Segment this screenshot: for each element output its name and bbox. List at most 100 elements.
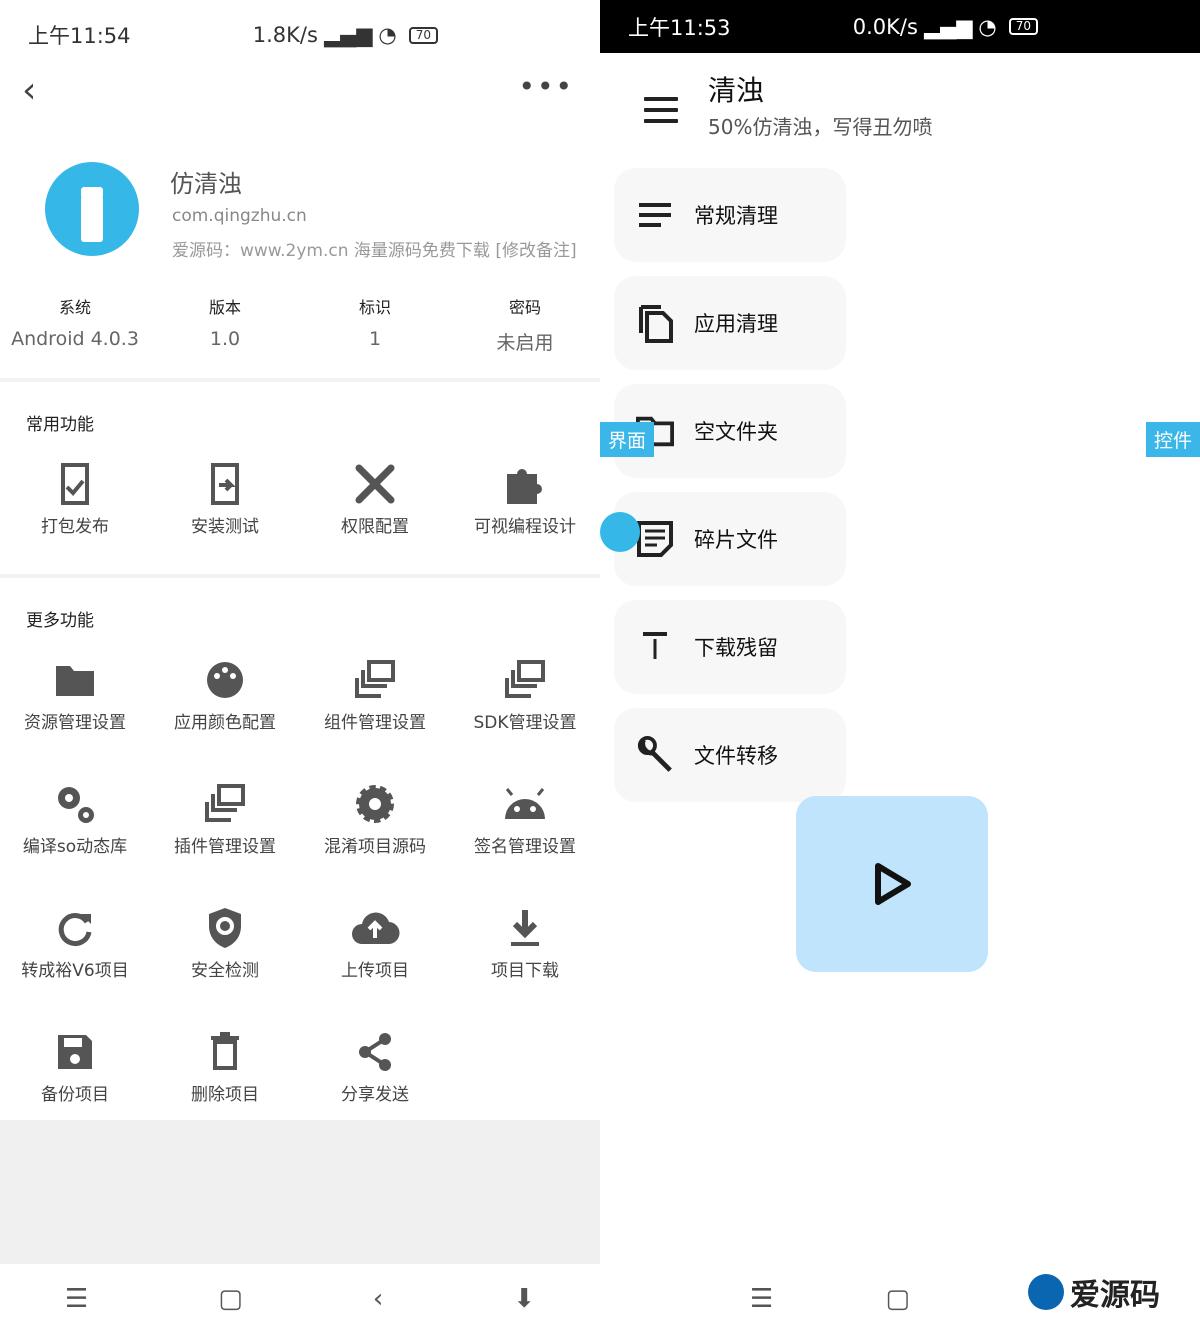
grid-item-label: 转成裕V6项目 — [21, 961, 129, 981]
battery-icon: 70 — [1008, 18, 1038, 35]
play-button[interactable] — [796, 796, 988, 972]
status-right: 0.0K/s ▂▄▆ ◔ 70 — [853, 15, 1038, 39]
grid-item-signature[interactable]: 签名管理设置 — [450, 770, 600, 894]
stat-password: 密码 未启用 — [450, 294, 600, 378]
page-title: 清浊 — [708, 74, 765, 107]
stat-key: 标识 — [358, 298, 391, 317]
more-section-title: 更多功能 — [26, 611, 94, 631]
tile-app-clean[interactable]: 应用清理 — [614, 276, 846, 370]
shield-icon — [150, 902, 300, 954]
grid-item-download[interactable]: 项目下载 — [450, 894, 600, 1018]
app-note[interactable]: 爱源码：www.2ym.cn 海量源码免费下载 [修改备注] — [172, 236, 577, 261]
android-icon — [450, 778, 600, 830]
stat-value: 1.0 — [209, 328, 241, 350]
grid-item-plugins[interactable]: 插件管理设置 — [150, 770, 300, 894]
back-icon[interactable]: ‹ — [22, 70, 36, 111]
play-icon — [875, 863, 911, 905]
wifi-icon: ◔ — [978, 14, 997, 39]
home-icon[interactable]: ▢ — [218, 1284, 243, 1314]
watermark-text: 爱源码 — [1070, 1278, 1160, 1313]
grid-item-install[interactable]: 安装测试 — [150, 450, 300, 574]
stat-key: 密码 — [508, 298, 541, 317]
tile-download-residue[interactable]: 下载残留 — [614, 600, 846, 694]
tile-label: 下载残留 — [694, 636, 778, 660]
watermark: 爱源码 — [1028, 1270, 1160, 1314]
grid-item-permission[interactable]: 权限配置 — [300, 450, 450, 574]
tile-file-transfer[interactable]: 文件转移 — [614, 708, 846, 802]
signal-icon: ▂▄▆ — [923, 14, 973, 39]
grid-item-label: 安全检测 — [191, 961, 259, 981]
hamburger-icon[interactable] — [644, 97, 678, 130]
download-line-icon — [636, 628, 674, 666]
puzzle-icon — [450, 458, 600, 510]
back-nav-icon[interactable]: ‹ — [373, 1284, 383, 1314]
empty-area — [0, 1120, 600, 1264]
grid-item-security[interactable]: 安全检测 — [150, 894, 300, 1018]
grid-item-label: 打包发布 — [41, 517, 109, 537]
grid-item-label: 应用颜色配置 — [174, 713, 276, 733]
gears-icon — [0, 778, 150, 830]
status-bar: 上午11:54 1.8K/s ▂▄▆ ◔ 70 — [0, 0, 600, 70]
grid-item-label: 安装测试 — [191, 517, 259, 537]
save-icon — [0, 1026, 150, 1078]
grid-item-label: 权限配置 — [341, 517, 409, 537]
tile-label: 文件转移 — [694, 744, 778, 768]
right-screen: 上午11:53 0.0K/s ▂▄▆ ◔ 70 清浊 50%仿清浊，写得丑勿喷 … — [600, 0, 1200, 1334]
grid-item-label: 编译so动态库 — [22, 837, 128, 857]
battery-icon: 70 — [408, 26, 438, 44]
grid-item-obfuscate[interactable]: 混淆项目源码 — [300, 770, 450, 894]
stat-key: 系统 — [58, 298, 91, 317]
grid-item-label: 组件管理设置 — [324, 713, 426, 733]
menu-icon[interactable]: ☰ — [65, 1284, 88, 1314]
tag-ui[interactable]: 界面 — [600, 422, 655, 457]
app-name: 仿清浊 — [170, 170, 242, 198]
tile-general-clean[interactable]: 常规清理 — [614, 168, 846, 262]
grid-item-label: 删除项目 — [191, 1085, 259, 1105]
grid-item-label: 混淆项目源码 — [324, 837, 426, 857]
app-mini-logo[interactable] — [600, 512, 640, 552]
top-bar: ‹ ••• — [0, 70, 600, 120]
download-nav-icon[interactable]: ⬇ — [513, 1284, 535, 1314]
grid-item-label: 备份项目 — [41, 1085, 109, 1105]
menu-icon[interactable]: ☰ — [750, 1284, 773, 1314]
grid-item-label: 签名管理设置 — [474, 837, 576, 857]
grid-item-components[interactable]: 组件管理设置 — [300, 646, 450, 770]
grid-item-label: 可视编程设计 — [474, 517, 576, 537]
copy-icon — [636, 304, 674, 343]
grid-item-label: SDK管理设置 — [473, 713, 577, 733]
status-time: 上午11:54 — [28, 24, 131, 48]
refresh-icon — [0, 902, 150, 954]
cloud-upload-icon — [300, 902, 450, 954]
grid-item-package[interactable]: 打包发布 — [0, 450, 150, 574]
grid-item-color[interactable]: 应用颜色配置 — [150, 646, 300, 770]
folder-icon — [0, 654, 150, 706]
grid-item-so[interactable]: 编译so动态库 — [0, 770, 150, 894]
install-icon — [150, 458, 300, 510]
more-grid: 资源管理设置 应用颜色配置 组件管理设置 SDK管理设置 编译so动态库 插件管… — [0, 646, 600, 1142]
common-grid: 打包发布 安装测试 权限配置 可视编程设计 — [0, 450, 600, 574]
watermark-logo-icon — [1028, 1274, 1064, 1310]
grid-item-visual[interactable]: 可视编程设计 — [450, 450, 600, 574]
download-icon — [450, 902, 600, 954]
wrench-icon — [636, 736, 674, 774]
layers-icon — [450, 654, 600, 706]
lines-icon — [636, 196, 674, 234]
share-icon — [300, 1026, 450, 1078]
grid-item-label: 项目下载 — [491, 961, 559, 981]
tile-fragment-files[interactable]: 碎片文件 — [614, 492, 846, 586]
home-icon[interactable]: ▢ — [885, 1284, 910, 1314]
grid-item-resources[interactable]: 资源管理设置 — [0, 646, 150, 770]
signal-icon: ▂▄▆ — [323, 23, 373, 47]
tag-widget[interactable]: 控件 — [1145, 422, 1200, 457]
grid-item-convert[interactable]: 转成裕V6项目 — [0, 894, 150, 1018]
grid-item-label: 上传项目 — [341, 961, 409, 981]
more-icon[interactable]: ••• — [518, 70, 574, 103]
trash-icon — [150, 1026, 300, 1078]
stat-id: 标识 1 — [300, 294, 450, 378]
grid-item-sdk[interactable]: SDK管理设置 — [450, 646, 600, 770]
grid-item-upload[interactable]: 上传项目 — [300, 894, 450, 1018]
left-screen: 上午11:54 1.8K/s ▂▄▆ ◔ 70 ‹ ••• 仿清浊 com.qi… — [0, 0, 600, 1334]
common-section-title: 常用功能 — [26, 415, 94, 435]
tile-label: 应用清理 — [694, 312, 778, 336]
grid-item-label: 插件管理设置 — [174, 837, 276, 857]
